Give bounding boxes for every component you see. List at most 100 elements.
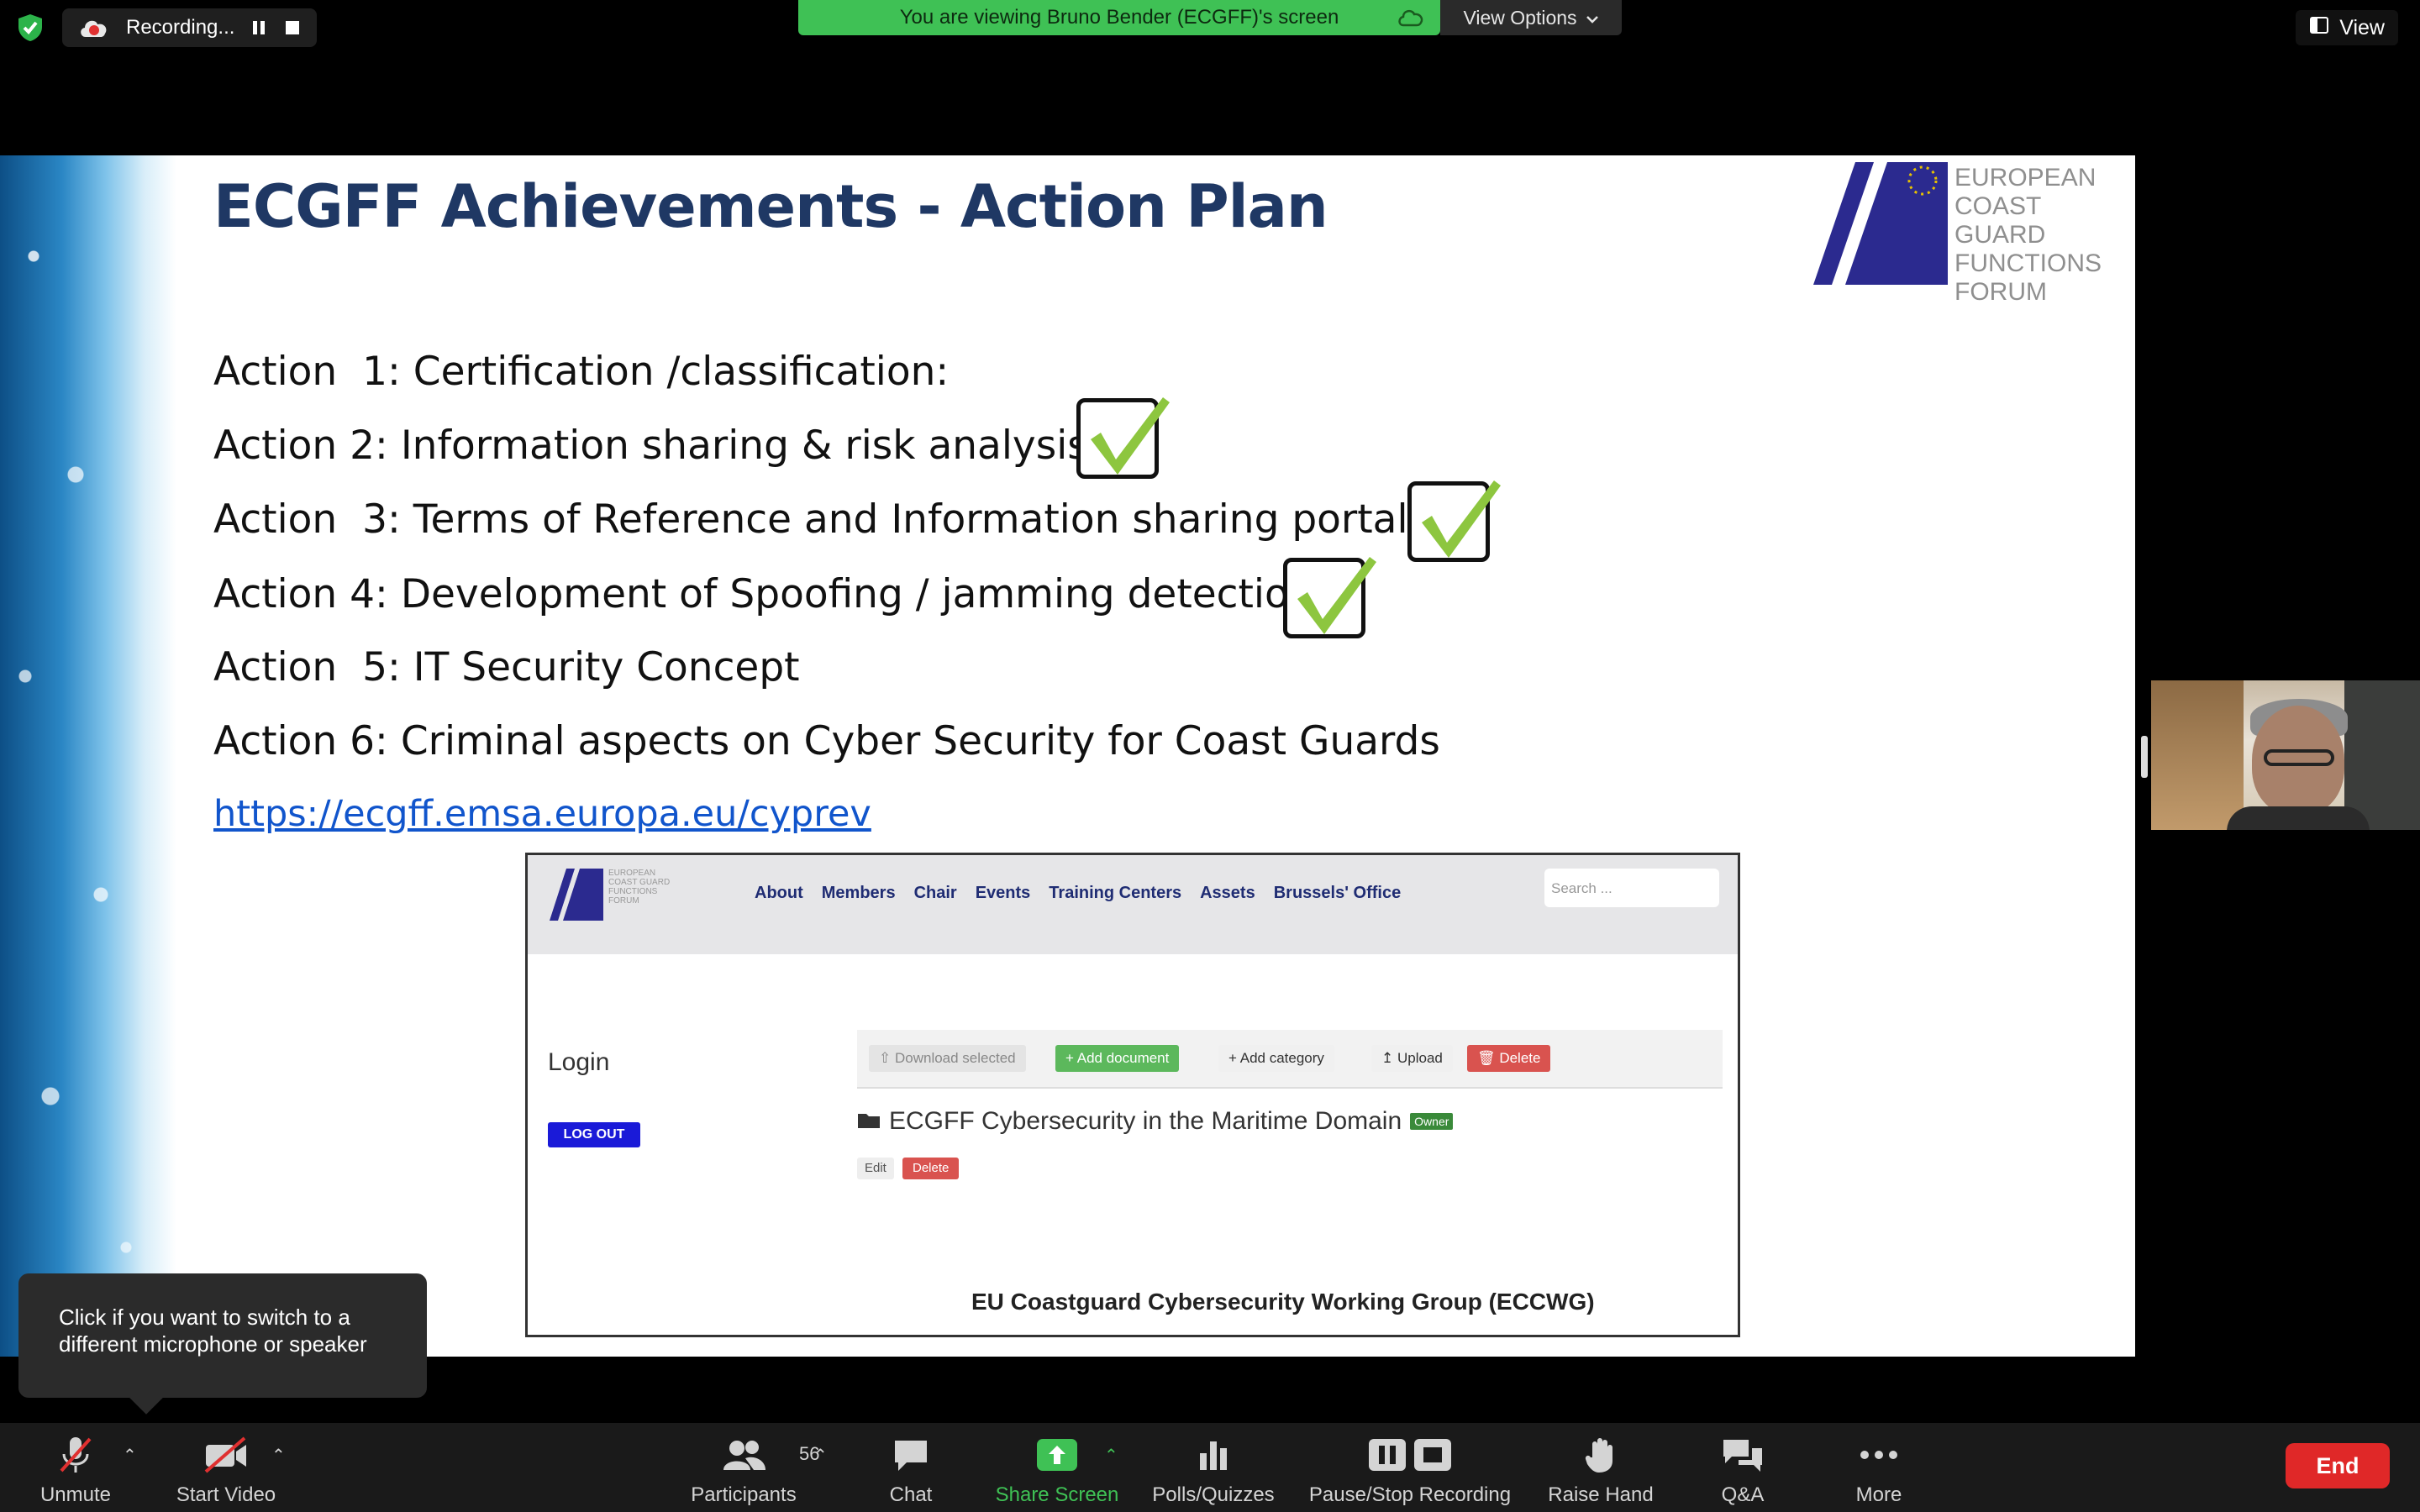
participants-label: Participants: [691, 1483, 797, 1506]
raise-hand-icon: [1576, 1433, 1626, 1477]
qa-label: Q&A: [1721, 1483, 1765, 1506]
action-item: Action 5: IT Security Concept: [213, 644, 800, 690]
viewing-screen-banner: You are viewing Bruno Bender (ECGFF)'s s…: [798, 0, 1440, 35]
stop-recording-icon[interactable]: [283, 18, 302, 37]
share-screen-label: Share Screen: [995, 1483, 1119, 1506]
portal-nav-item: Brussels' Office: [1273, 884, 1402, 902]
portal-upload-label: Upload: [1397, 1050, 1443, 1066]
portal-nav-item: Events: [975, 884, 1031, 902]
video-background-window: [2344, 680, 2420, 830]
ecgff-logo-text: EUROPEAN COAST GUARD FUNCTIONS FORUM: [1954, 164, 2133, 307]
microphone-muted-icon: [50, 1433, 101, 1477]
pause-stop-recording-label: Pause/Stop Recording: [1308, 1483, 1512, 1506]
audio-switch-tooltip: Click if you want to switch to a differe…: [18, 1273, 427, 1398]
viewing-banner-text: You are viewing Bruno Bender (ECGFF)'s s…: [899, 6, 1339, 29]
share-screen-icon: [1032, 1433, 1082, 1477]
logo-line: FORUM: [1954, 278, 2047, 306]
qa-button[interactable]: Q&A: [1701, 1423, 1785, 1512]
cyprev-link[interactable]: https://ecgff.emsa.europa.eu/cyprev: [213, 793, 871, 835]
portal-nav-item: About: [755, 884, 803, 902]
recording-indicator[interactable]: Recording...: [62, 8, 318, 47]
water-background-image: [0, 155, 176, 1357]
folder-icon: [857, 1107, 881, 1136]
portal-download-label: Download selected: [894, 1050, 1016, 1066]
share-screen-button[interactable]: Share Screen: [988, 1423, 1126, 1512]
participant-video-tile[interactable]: [2151, 680, 2420, 830]
portal-screenshot: EUROPEAN COAST GUARD FUNCTIONS FORUM Abo…: [525, 853, 1740, 1337]
video-person-body: [2227, 806, 2370, 830]
participants-icon: 56: [718, 1433, 819, 1477]
view-options-button[interactable]: View Options: [1440, 0, 1622, 35]
share-options-caret-icon[interactable]: ⌃: [1104, 1445, 1121, 1465]
checkmark-icon: [1283, 557, 1376, 638]
portal-logo-text: EUROPEAN COAST GUARD FUNCTIONS FORUM: [608, 869, 670, 906]
action-item: Action 4: Development of Spoofing / jamm…: [213, 571, 1314, 617]
portal-nav-item: Chair: [913, 884, 957, 902]
view-options-label: View Options: [1463, 6, 1577, 29]
portal-nav-item: Assets: [1200, 884, 1255, 902]
polls-label: Polls/Quizzes: [1152, 1483, 1275, 1506]
plus-icon: +: [1065, 1050, 1074, 1066]
logo-line: EUROPEAN: [1954, 164, 2096, 192]
portal-nav: About Members Chair Events Training Cent…: [755, 884, 1401, 903]
polls-bar-chart-icon: [1188, 1433, 1239, 1477]
panel-resize-handle[interactable]: [2141, 736, 2148, 778]
pause-recording-icon[interactable]: [250, 18, 268, 37]
pause-stop-recording-button[interactable]: Pause/Stop Recording: [1302, 1423, 1518, 1512]
start-video-button[interactable]: Start Video: [166, 1423, 286, 1512]
portal-edit-button: Edit: [857, 1158, 894, 1179]
portal-add-document-button: + Add document: [1055, 1045, 1180, 1072]
logo-line: COAST GUARD: [1954, 192, 2046, 249]
trash-icon: 🗑: [1477, 1050, 1496, 1066]
action-item: Action 6: Criminal aspects on Cyber Secu…: [213, 718, 1440, 764]
view-button[interactable]: View: [2296, 10, 2398, 45]
owner-badge: Owner: [1410, 1113, 1454, 1130]
video-options-caret-icon[interactable]: ⌃: [271, 1445, 288, 1465]
unmute-button[interactable]: Unmute: [34, 1423, 118, 1512]
more-label: More: [1855, 1483, 1902, 1506]
portal-header: EUROPEAN COAST GUARD FUNCTIONS FORUM Abo…: [528, 855, 1738, 954]
logo-line: FUNCTIONS: [1954, 249, 2102, 277]
qa-icon: [1718, 1433, 1768, 1477]
checkmark-icon: [1407, 480, 1501, 562]
shared-slide: ECGFF Achievements - Action Plan EUROPEA…: [0, 155, 2135, 1357]
raise-hand-button[interactable]: Raise Hand: [1538, 1423, 1664, 1512]
upload-icon: ↥: [1381, 1050, 1394, 1066]
portal-nav-item: Members: [821, 884, 896, 902]
more-button[interactable]: More: [1837, 1423, 1921, 1512]
participants-button[interactable]: 56 Participants: [684, 1423, 819, 1512]
download-icon: ⇧: [879, 1050, 892, 1066]
portal-nav-item: Training Centers: [1049, 884, 1182, 902]
portal-upload-button: ↥ Upload: [1371, 1045, 1453, 1072]
unmute-label: Unmute: [39, 1483, 112, 1506]
ecgff-logo: EUROPEAN COAST GUARD FUNCTIONS FORUM: [1805, 155, 2133, 306]
view-layout-icon: [2309, 16, 2329, 40]
polls-button[interactable]: Polls/Quizzes: [1144, 1423, 1282, 1512]
chat-button[interactable]: Chat: [869, 1423, 953, 1512]
action-item: Action 1: Certification /classification:: [213, 349, 950, 395]
more-dots-icon: [1854, 1433, 1904, 1477]
end-meeting-button[interactable]: End: [2286, 1443, 2390, 1488]
plus-icon: +: [1228, 1050, 1237, 1066]
pause-stop-recording-icon: [1364, 1433, 1456, 1477]
recording-label: Recording...: [126, 16, 235, 39]
video-person-glasses: [2264, 749, 2334, 766]
portal-folder-row: ECGFF Cybersecurity in the Maritime Doma…: [857, 1107, 1454, 1136]
chevron-down-icon: [1586, 7, 1599, 29]
action-item: Action 3: Terms of Reference and Informa…: [213, 496, 1434, 543]
logo-line: FORUM: [608, 896, 639, 906]
ecgff-logo-mark-icon: [1813, 162, 1948, 285]
participants-caret-icon[interactable]: ⌃: [813, 1445, 830, 1465]
portal-search: Search ...: [1544, 869, 1719, 907]
portal-add-category-button: + Add category: [1218, 1045, 1334, 1072]
chat-label: Chat: [889, 1483, 933, 1506]
view-label: View: [2339, 15, 2385, 39]
portal-footer: EU Coastguard Cybersecurity Working Grou…: [971, 1289, 1595, 1315]
audio-options-caret-icon[interactable]: ⌃: [123, 1445, 139, 1465]
video-background-shelf: [2151, 680, 2244, 830]
meeting-toolbar: Unmute ⌃ Start Video ⌃ 56 Participants ⌃…: [0, 1423, 2420, 1512]
portal-add-category-label: Add category: [1239, 1050, 1324, 1066]
cloud-icon: [1397, 7, 1425, 29]
security-shield-icon[interactable]: [15, 13, 45, 43]
slide-title: ECGFF Achievements - Action Plan: [213, 172, 1328, 241]
